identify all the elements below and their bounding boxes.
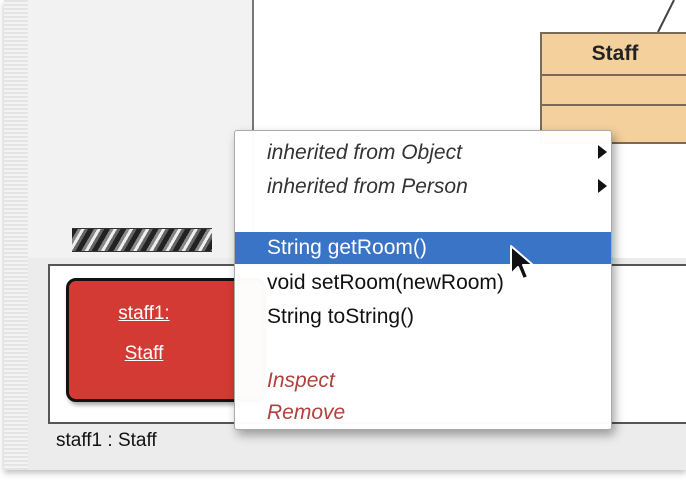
- menu-item-getroom[interactable]: String getRoom(): [235, 232, 611, 264]
- object-name: staff1:: [118, 303, 170, 324]
- window-left-edge: [4, 0, 28, 470]
- menu-item-label: Remove: [267, 401, 346, 424]
- inheritance-arrow-line: [657, 0, 675, 33]
- bench-resize-handle[interactable]: [72, 228, 212, 252]
- menu-item-label: String getRoom(): [267, 236, 427, 259]
- context-menu: inherited from Object inherited from Per…: [234, 130, 612, 430]
- menu-item-inspect[interactable]: Inspect: [235, 365, 611, 395]
- class-name: Staff: [542, 34, 686, 76]
- status-text: staff1 : Staff: [56, 430, 157, 451]
- submenu-arrow-icon: [598, 145, 607, 159]
- menu-item-label: inherited from Object: [267, 141, 462, 164]
- menu-item-setroom[interactable]: void setRoom(newRoom): [235, 267, 611, 297]
- class-compartment-divider: [542, 104, 686, 106]
- submenu-arrow-icon: [598, 179, 607, 193]
- menu-item-tostring[interactable]: String toString(): [235, 301, 611, 331]
- menu-item-inherited-object[interactable]: inherited from Object: [235, 137, 611, 167]
- menu-item-remove[interactable]: Remove: [235, 397, 611, 427]
- menu-item-inherited-person[interactable]: inherited from Person: [235, 171, 611, 201]
- diagram-side-panel: [28, 0, 252, 258]
- menu-separator: [235, 221, 611, 231]
- menu-item-label: void setRoom(newRoom): [267, 271, 504, 294]
- menu-item-label: String toString(): [267, 305, 415, 328]
- staff-class-box[interactable]: Staff: [540, 32, 686, 144]
- menu-item-label: Inspect: [267, 369, 335, 392]
- menu-item-label: inherited from Person: [267, 175, 468, 198]
- object-type: Staff: [124, 343, 164, 364]
- mouse-pointer-icon: [510, 245, 534, 280]
